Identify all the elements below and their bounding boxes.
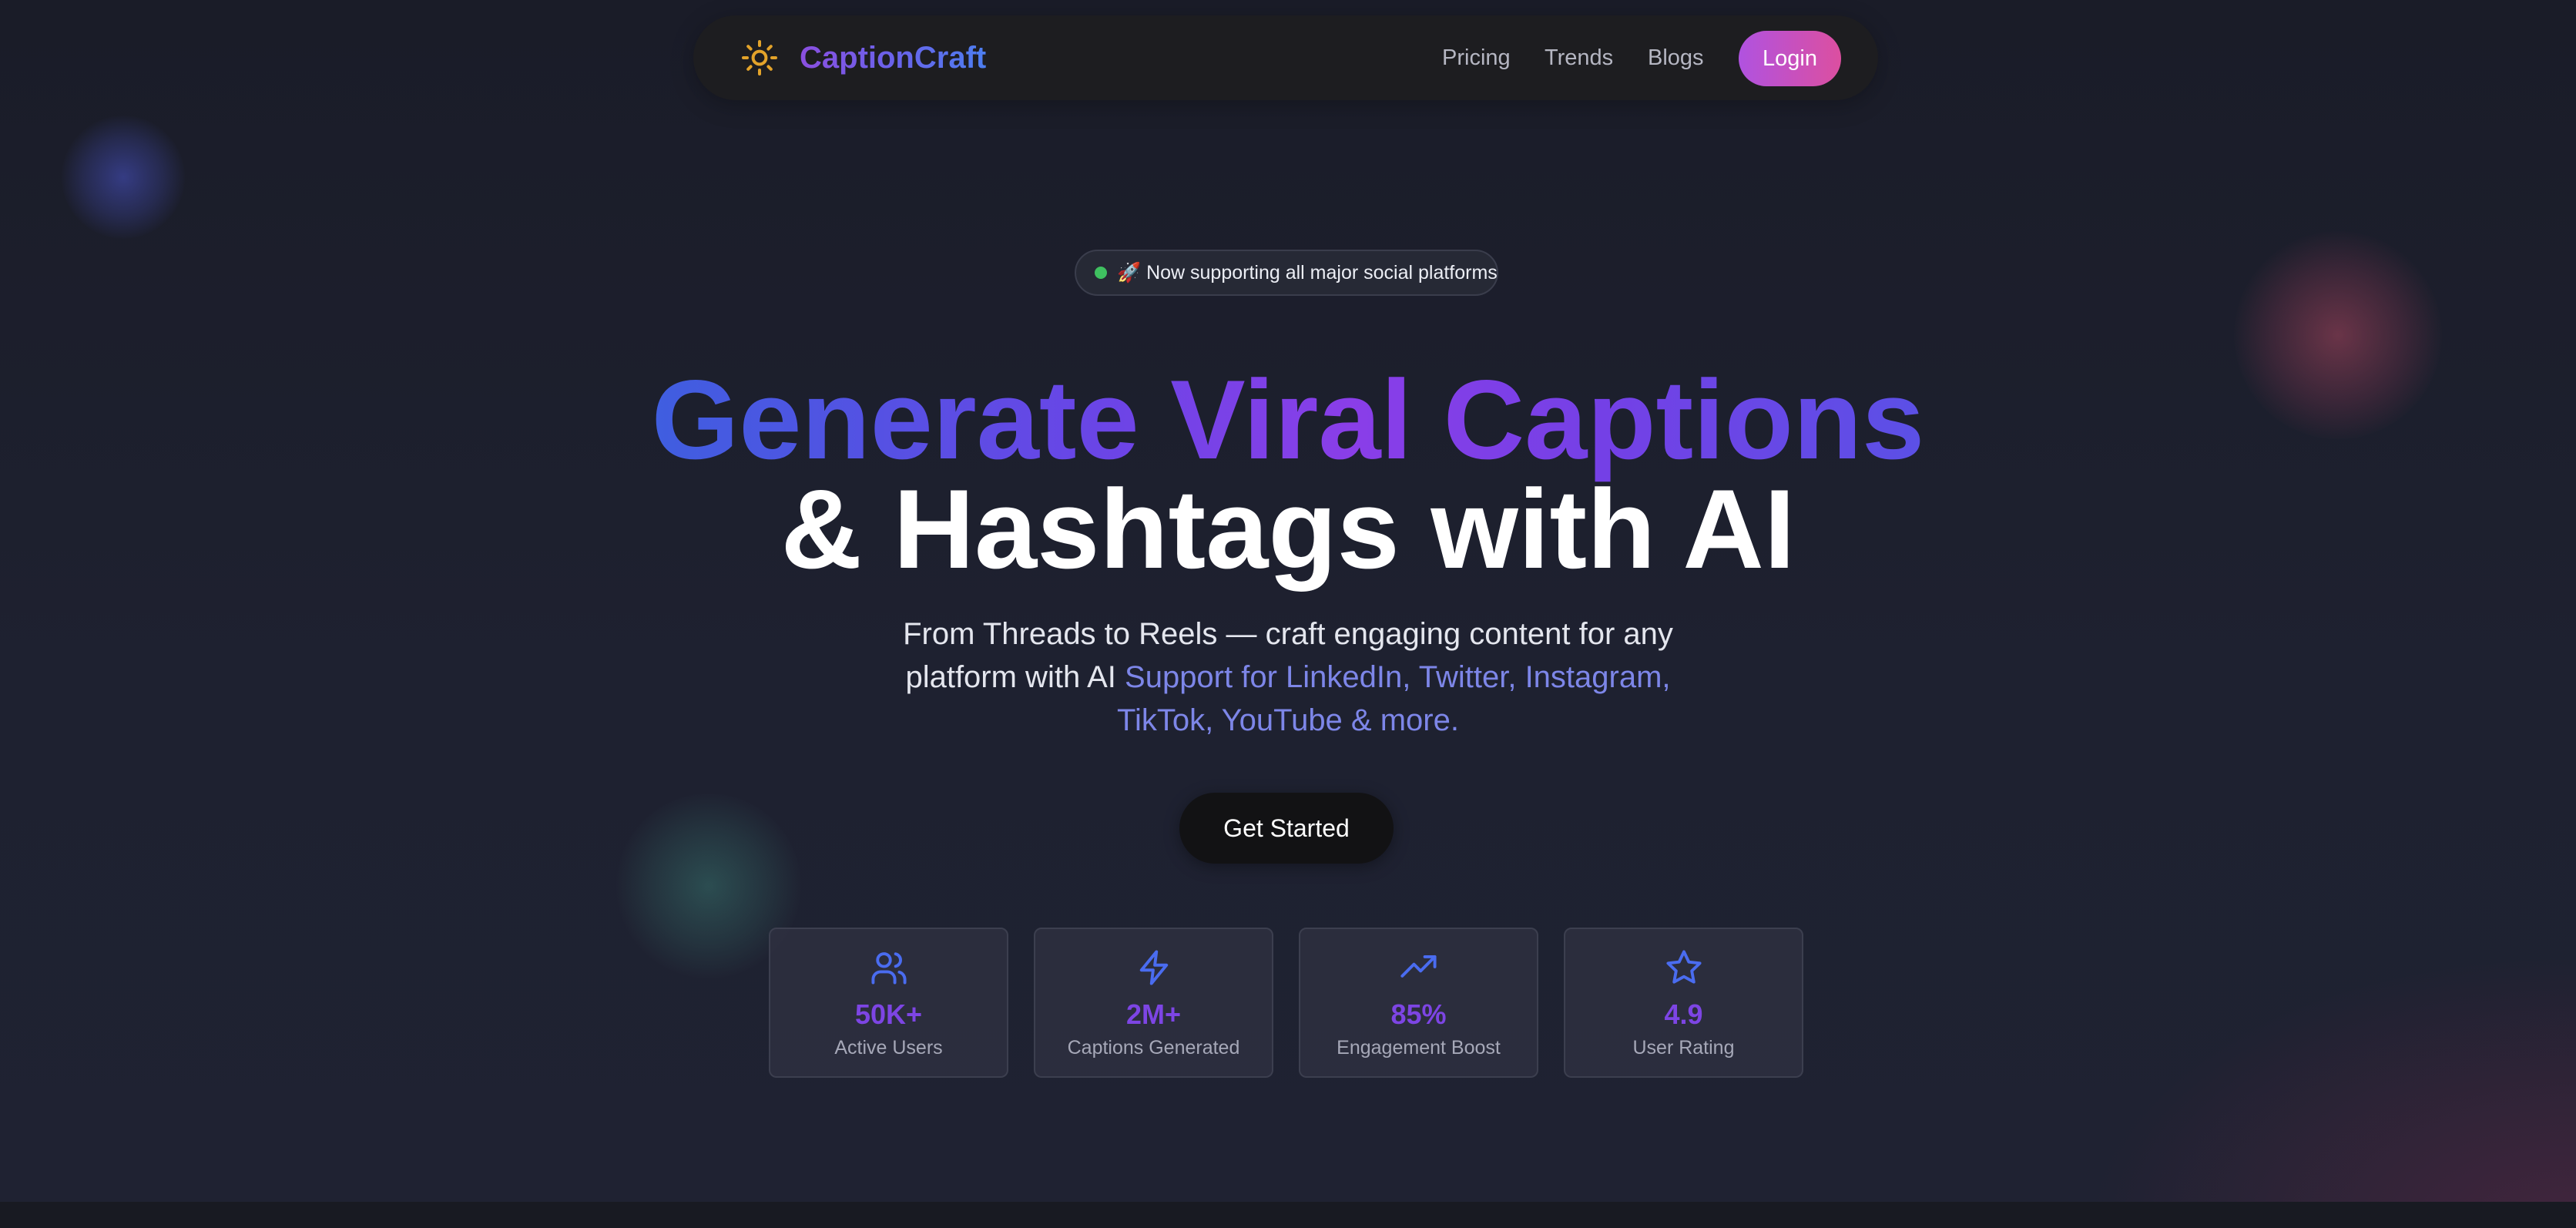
stat-card-engagement-boost: 85% Engagement Boost: [1299, 928, 1538, 1078]
hero-headline-secondary: & Hashtags with AI: [780, 466, 1796, 592]
login-button[interactable]: Login: [1739, 31, 1841, 86]
status-dot: [1095, 267, 1107, 279]
nav-link-blogs[interactable]: Blogs: [1648, 43, 1704, 72]
stat-card-user-rating: 4.9 User Rating: [1564, 928, 1803, 1078]
announcement-text: 🚀 Now supporting all major social platfo…: [1117, 262, 1498, 284]
hero-headline-gradient-text: Generate Viral Captions: [651, 357, 1925, 482]
stat-value: 2M+: [1125, 998, 1182, 1030]
hero-subtitle-platforms: Support for LinkedIn, Twitter, Instagram…: [1117, 660, 1671, 737]
stat-label: Engagement Boost: [1337, 1037, 1501, 1059]
lightning-icon: [1139, 950, 1168, 985]
nav-link-trends[interactable]: Trends: [1545, 43, 1613, 72]
brand-name[interactable]: CaptionCraft: [800, 39, 986, 77]
page-bottom-edge: [0, 1202, 2576, 1228]
stat-value: 85%: [1390, 998, 1447, 1030]
hero-headline-primary: Generate Viral Captions: [0, 362, 2576, 478]
decorative-blue-glow: [62, 116, 185, 239]
nav-link-pricing[interactable]: Pricing: [1442, 43, 1511, 72]
trending-up-icon: [1400, 955, 1437, 978]
stat-card-captions-generated: 2M+ Captions Generated: [1034, 928, 1273, 1078]
stat-label: Captions Generated: [1067, 1037, 1240, 1059]
users-icon: [870, 952, 907, 985]
stat-label: User Rating: [1632, 1037, 1735, 1059]
stat-label: Active Users: [834, 1037, 943, 1059]
star-icon: [1665, 950, 1702, 984]
hero-subtitle: From Threads to Reels — craft engaging c…: [864, 612, 1712, 742]
get-started-button[interactable]: Get Started: [1179, 793, 1394, 864]
sun-icon: [742, 40, 777, 75]
stat-value: 4.9: [1664, 998, 1703, 1030]
stat-card-active-users: 50K+ Active Users: [769, 928, 1008, 1078]
stat-value: 50K+: [854, 998, 923, 1030]
